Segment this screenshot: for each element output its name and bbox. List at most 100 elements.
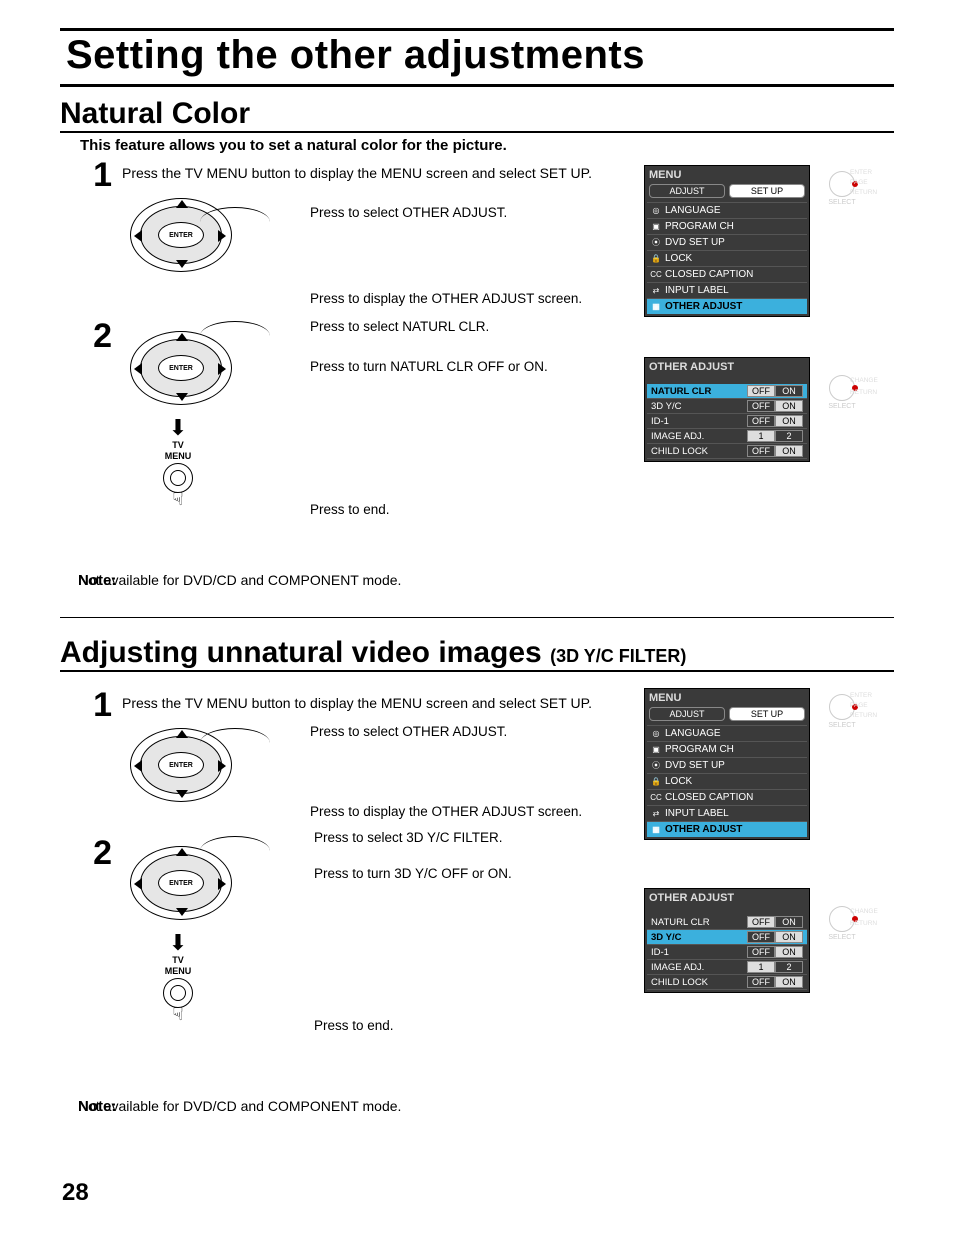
tv-label: TV	[138, 956, 218, 965]
osd-other-row-name: CHILD LOCK	[651, 977, 745, 988]
note-text-b: Not available for DVD/CD and COMPONENT m…	[78, 1098, 401, 1114]
hint-enter: ENTER	[850, 169, 872, 176]
osd-item: 🔒LOCK	[647, 773, 807, 789]
osd-other-row-name: CHILD LOCK	[651, 446, 745, 457]
desc-b2: Press to display the OTHER ADJUST screen…	[310, 804, 582, 819]
dpad-icon: ENTER	[120, 331, 240, 411]
menu-label: MENU	[138, 967, 218, 976]
osd-other-option: ON	[775, 400, 803, 412]
arrow-right-icon	[218, 363, 226, 375]
arrow-down-icon	[176, 908, 188, 916]
page-number: 28	[62, 1179, 89, 1207]
note-text-a: Not available for DVD/CD and COMPONENT m…	[78, 572, 401, 588]
hint-return: RETURN	[850, 920, 877, 927]
desc-b-end: Press to end.	[314, 1018, 394, 1033]
step1-num-b: 1	[78, 686, 112, 722]
osd-item-icon: ◎	[651, 206, 661, 216]
osd-item-icon: CC	[651, 270, 661, 280]
osd-item-label: INPUT LABEL	[665, 808, 729, 819]
enter-button-icon: ENTER	[158, 355, 204, 381]
osd-item-icon: ▣	[651, 745, 661, 755]
osd-other-row-name: NATURL CLR	[651, 386, 745, 397]
osd-title: MENU	[647, 691, 807, 705]
osd-other-row-name: ID-1	[651, 947, 745, 958]
osd-tab-setup: SET UP	[729, 707, 805, 721]
dpad-icon: ENTER	[120, 846, 240, 926]
osd-item-label: DVD SET UP	[665, 760, 725, 771]
osd-other-row-name: ID-1	[651, 416, 745, 427]
osd-other-row-name: 3D Y/C	[651, 401, 745, 412]
osd-item: ▦OTHER ADJUST	[647, 298, 807, 314]
osd-other-row: NATURL CLROFFON	[647, 915, 807, 930]
osd-tab-adjust: ADJUST	[649, 707, 725, 721]
osd-other-option: 1	[747, 961, 775, 973]
enter-button-icon: ENTER	[158, 752, 204, 778]
hint-change: CHANGE	[850, 377, 878, 384]
osd-item-label: LANGUAGE	[665, 728, 721, 739]
osd-item-label: LOCK	[665, 776, 692, 787]
osd-other-row: ID-1OFFON	[647, 414, 807, 429]
osd-other-option: OFF	[747, 931, 775, 943]
enter-button-icon: ENTER	[158, 870, 204, 896]
enter-button-icon: ENTER	[158, 222, 204, 248]
arrow-right-icon	[218, 230, 226, 242]
osd-item: ◎LANGUAGE	[647, 725, 807, 741]
desc-b1: Press to select OTHER ADJUST.	[310, 724, 507, 739]
osd-item-icon: ▦	[651, 825, 661, 835]
osd-tab-adjust: ADJUST	[649, 184, 725, 198]
step1-text-b: Press the TV MENU button to display the …	[122, 686, 592, 712]
arrow-down-icon	[176, 260, 188, 268]
hint-change: CHANGE	[850, 908, 878, 915]
osd-other-row: ID-1OFFON	[647, 945, 807, 960]
arrow-up-icon	[176, 333, 188, 341]
osd-item: ⇄ INPUT LABEL	[647, 282, 807, 298]
step1-text-a: Press the TV MENU button to display the …	[122, 156, 592, 182]
step2-num-b: 2	[78, 834, 112, 870]
step2-num-a: 2	[78, 317, 112, 353]
osd-other-option: OFF	[747, 385, 775, 397]
hint-select: SELECT	[812, 722, 872, 729]
osd-nav-hint: ENTER PAGE RETURN SELECT	[812, 171, 872, 206]
osd-tab-setup: SET UP	[729, 184, 805, 198]
osd-other-option: OFF	[747, 976, 775, 988]
hint-return: RETURN	[850, 712, 877, 719]
heading-natural-color: Natural Color	[60, 97, 894, 133]
osd-item-label: DVD SET UP	[665, 237, 725, 248]
osd-item-label: CLOSED CAPTION	[665, 792, 753, 803]
section-natural-color: Natural Color This feature allows you to…	[60, 97, 894, 587]
osd-menu-setup: MENU ADJUST SET UP ◎LANGUAGE▣PROGRAM CH⦿…	[644, 688, 810, 840]
tvmenu-button-icon	[163, 463, 193, 493]
page-title-band: Setting the other adjustments	[60, 28, 894, 87]
tvmenu-button-icon	[163, 978, 193, 1008]
osd-item-label: CLOSED CAPTION	[665, 269, 753, 280]
heading-3dyc-main: Adjusting unnatural video images	[60, 636, 542, 669]
osd-item-label: LANGUAGE	[665, 205, 721, 216]
section-3dyc: Adjusting unnatural video images (3D Y/C…	[60, 617, 894, 1136]
osd-other-adjust: OTHER ADJUST NATURL CLROFFON3D Y/COFFONI…	[644, 357, 810, 462]
osd-item-label: OTHER ADJUST	[665, 301, 742, 312]
osd-other-option: ON	[775, 916, 803, 928]
arrow-up-icon	[176, 200, 188, 208]
arrow-left-icon	[134, 760, 142, 772]
osd-title: MENU	[647, 168, 807, 182]
osd-title: OTHER ADJUST	[647, 891, 807, 905]
heading-3dyc: Adjusting unnatural video images (3D Y/C…	[60, 636, 894, 672]
osd-other-option: OFF	[747, 916, 775, 928]
osd-other-option: 2	[775, 430, 803, 442]
osd-item-label: PROGRAM CH	[665, 744, 734, 755]
osd-item: ◎ LANGUAGE	[647, 202, 807, 218]
osd-item-icon: CC	[651, 793, 661, 803]
osd-item-icon: ⇄	[651, 809, 661, 819]
osd-item-icon: ▣	[651, 222, 661, 232]
hint-page: PAGE	[850, 702, 868, 709]
hint-select: SELECT	[812, 199, 872, 206]
arrow-up-icon	[176, 848, 188, 856]
osd-nav-hint: ENTER PAGE RETURN SELECT	[812, 694, 872, 729]
desc-a1: Press to select OTHER ADJUST.	[310, 205, 507, 220]
osd-item-label: INPUT LABEL	[665, 285, 729, 296]
osd-other-option: ON	[775, 976, 803, 988]
osd-menu-setup: MENU ADJUST SET UP ◎LANGUAGE▣PROGRAM CH⦿…	[644, 165, 810, 317]
osd-item: ⇄ INPUT LABEL	[647, 805, 807, 821]
step1-num-a: 1	[78, 156, 112, 192]
osd-item-icon: ⇄	[651, 286, 661, 296]
